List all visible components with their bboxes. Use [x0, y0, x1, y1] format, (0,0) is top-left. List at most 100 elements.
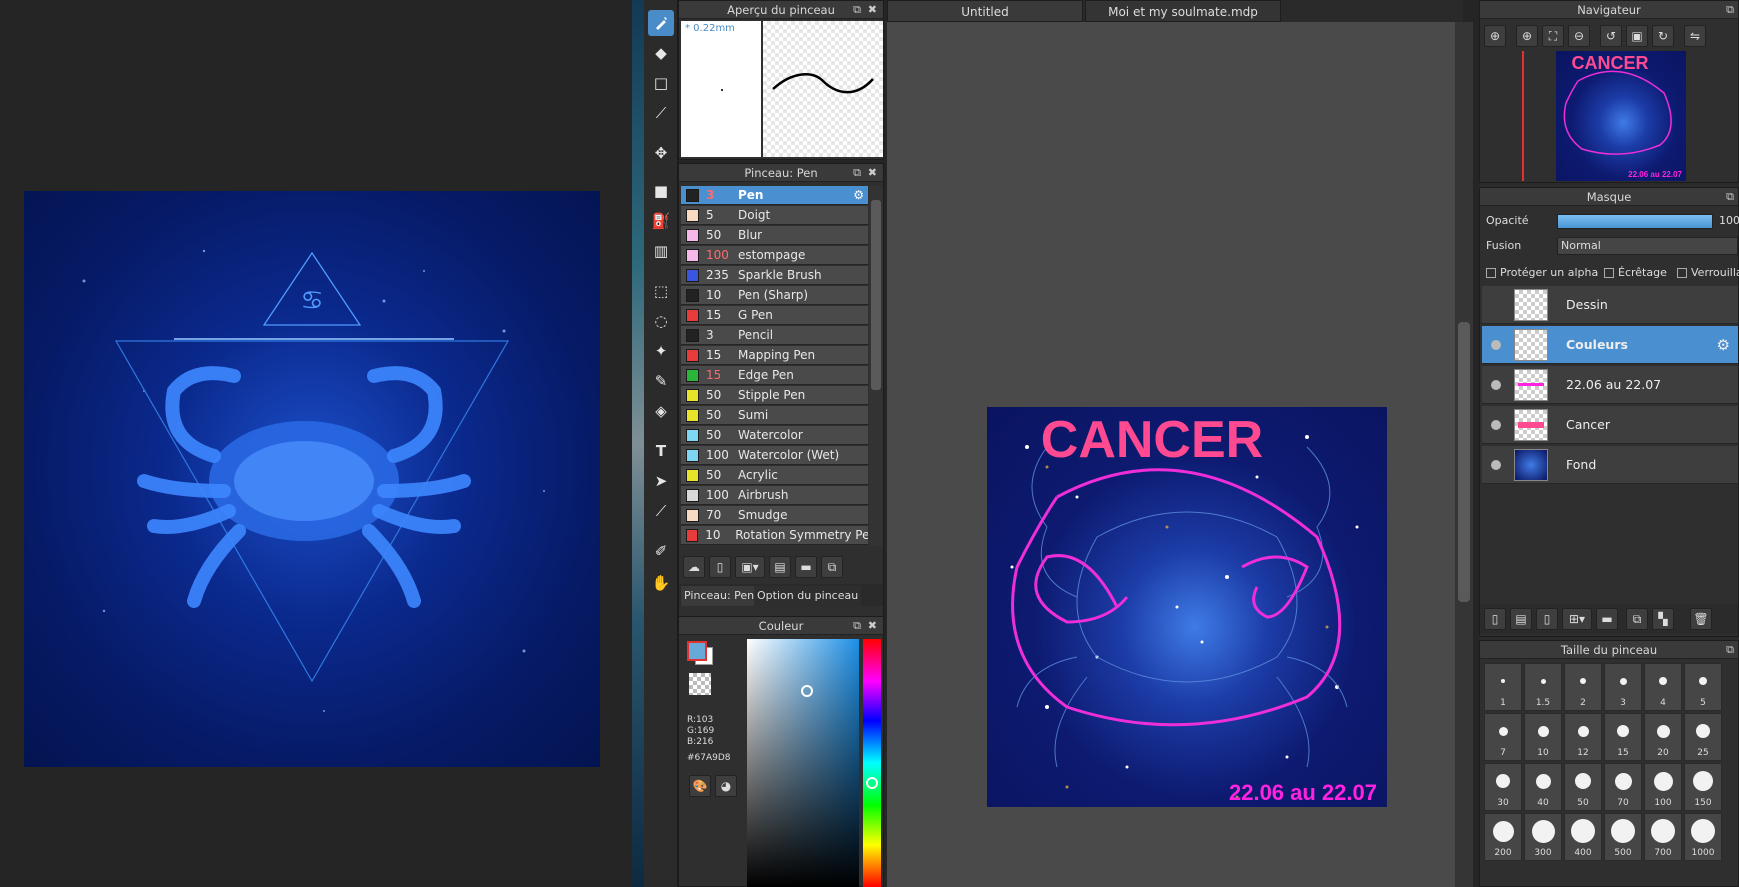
brush-tool[interactable] [648, 10, 674, 36]
brush-item[interactable]: 3 Pencil [681, 326, 868, 345]
rotate-right-button[interactable]: ↻ [1652, 25, 1674, 47]
brush-list-scrollbar[interactable] [869, 186, 883, 546]
new-brush-button[interactable]: ▯ [709, 556, 731, 578]
popout-icon[interactable]: ⧉ [1726, 188, 1734, 206]
magic-wand-tool[interactable]: ✦ [648, 338, 674, 364]
brush-item[interactable]: 50 Sumi [681, 406, 868, 425]
lock-option[interactable]: Verrouillag [1677, 266, 1739, 279]
eyedropper-tool[interactable]: ✐ [648, 538, 674, 564]
navigator-preview-area[interactable]: CANCER 22.06 au 22.07 [1480, 51, 1738, 181]
operation-tool[interactable]: ➤ [648, 468, 674, 494]
add-layer-dropdown[interactable]: ⊞▾ [1562, 608, 1592, 630]
bucket-tool[interactable]: ⛽ [648, 208, 674, 234]
hue-slider[interactable] [863, 639, 881, 887]
popout-icon[interactable]: ⧉ [1726, 1, 1734, 19]
new-halftone-layer-button[interactable]: ▤ [1510, 608, 1532, 630]
color-picker-cursor[interactable] [801, 685, 813, 697]
canvas-scroll-thumb[interactable] [1458, 322, 1470, 602]
brush-size-option[interactable]: 300 [1524, 813, 1562, 861]
brush-size-option[interactable]: 3 [1604, 663, 1642, 711]
brush-size-option[interactable]: 15 [1604, 713, 1642, 761]
scroll-thumb[interactable] [871, 200, 881, 390]
gear-icon[interactable]: ⚙ [853, 188, 864, 202]
zoom-out-button[interactable]: ⊖ [1568, 25, 1590, 47]
opacity-slider[interactable] [1557, 214, 1713, 229]
popout-icon[interactable]: ⧉ [853, 617, 861, 635]
brush-size-option[interactable]: 1000 [1684, 813, 1722, 861]
new-folder-button[interactable]: ▬ [1596, 608, 1618, 630]
visibility-icon[interactable] [1491, 460, 1501, 470]
brush-size-option[interactable]: 50 [1564, 763, 1602, 811]
brush-item[interactable]: 15 Mapping Pen [681, 346, 868, 365]
tab-brush-option[interactable]: Option du pinceau [754, 586, 862, 606]
brush-size-option[interactable]: 400 [1564, 813, 1602, 861]
divide-tool[interactable]: ⟋ [648, 498, 674, 524]
cloud-brush-button[interactable]: ☁ [683, 556, 705, 578]
new-layer-button[interactable]: ▯ [1484, 608, 1506, 630]
flip-button[interactable]: ⇋ [1684, 25, 1706, 47]
transparent-color-swatch[interactable] [689, 673, 711, 695]
brush-size-option[interactable]: 12 [1564, 713, 1602, 761]
fit-window-button[interactable]: ⛶ [1542, 25, 1564, 47]
brush-size-option[interactable]: 70 [1604, 763, 1642, 811]
protect-alpha-checkbox[interactable] [1486, 267, 1496, 278]
brush-item[interactable]: 70 Smudge [681, 506, 868, 525]
visibility-icon[interactable] [1491, 340, 1501, 350]
popout-icon[interactable]: ⧉ [853, 164, 861, 182]
line-tool[interactable]: ⟋ [648, 100, 674, 126]
brush-item[interactable]: 50 Stipple Pen [681, 386, 868, 405]
saturation-value-picker[interactable] [747, 639, 859, 887]
gear-icon[interactable]: ⚙ [1717, 336, 1730, 354]
brush-item[interactable]: 3 Pen ⚙ [681, 186, 868, 205]
close-icon[interactable]: ✖ [868, 164, 877, 182]
brush-size-option[interactable]: 100 [1644, 763, 1682, 811]
brush-size-option[interactable]: 30 [1484, 763, 1522, 811]
brush-item[interactable]: 15 G Pen [681, 306, 868, 325]
layer-row[interactable]: 22.06 au 22.07 [1482, 366, 1738, 404]
brush-item[interactable]: 100 estompage [681, 246, 868, 265]
brush-item[interactable]: 50 Blur [681, 226, 868, 245]
brush-item[interactable]: 100 Watercolor (Wet) [681, 446, 868, 465]
brush-folder-button[interactable]: ▬ [795, 556, 817, 578]
brush-item[interactable]: 100 Airbrush [681, 486, 868, 505]
brush-size-option[interactable]: 5 [1684, 663, 1722, 711]
fill-shape-tool[interactable]: ■ [648, 178, 674, 204]
visibility-icon[interactable] [1491, 380, 1501, 390]
rotate-left-button[interactable]: ↺ [1600, 25, 1622, 47]
brush-item[interactable]: 15 Edge Pen [681, 366, 868, 385]
brush-size-option[interactable]: 700 [1644, 813, 1682, 861]
select-rect-tool[interactable]: ⬚ [648, 278, 674, 304]
brush-size-option[interactable]: 40 [1524, 763, 1562, 811]
popout-icon[interactable]: ⧉ [853, 1, 861, 19]
layer-row[interactable]: Dessin [1482, 286, 1738, 324]
merge-layer-button[interactable]: ▚ [1652, 608, 1674, 630]
tab-untitled[interactable]: Untitled [887, 0, 1083, 22]
brush-size-option[interactable]: 500 [1604, 813, 1642, 861]
palette-button[interactable]: 🎨 [689, 775, 711, 797]
lasso-tool[interactable]: ◌ [648, 308, 674, 334]
select-pen-tool[interactable]: ✎ [648, 368, 674, 394]
brush-size-option[interactable]: 20 [1644, 713, 1682, 761]
duplicate-layer-button[interactable]: ⧉ [1626, 608, 1648, 630]
brush-size-option[interactable]: 1.5 [1524, 663, 1562, 711]
brush-size-option[interactable]: 4 [1644, 663, 1682, 711]
close-icon[interactable]: ✖ [868, 1, 877, 19]
zoom-in-button[interactable]: ⊕ [1516, 25, 1538, 47]
gradient-tool[interactable]: ▥ [648, 238, 674, 264]
hue-slider-handle[interactable] [866, 777, 878, 789]
brush-size-option[interactable]: 7 [1484, 713, 1522, 761]
delete-layer-button[interactable]: 🗑 [1690, 608, 1712, 630]
brush-size-option[interactable]: 2 [1564, 663, 1602, 711]
brush-item[interactable]: 50 Acrylic [681, 466, 868, 485]
tab-moi-et-my-soulmate[interactable]: Moi et my soulmate.mdp [1085, 0, 1281, 22]
brush-size-option[interactable]: 10 [1524, 713, 1562, 761]
lock-checkbox[interactable] [1677, 267, 1687, 278]
brush-size-option[interactable]: 150 [1684, 763, 1722, 811]
close-icon[interactable]: ✖ [868, 617, 877, 635]
blend-mode-select[interactable]: Normal [1557, 237, 1738, 255]
new-8bit-layer-button[interactable]: ▯ [1536, 608, 1558, 630]
reset-view-button[interactable]: ▣ [1626, 25, 1648, 47]
brush-size-option[interactable]: 200 [1484, 813, 1522, 861]
clipping-checkbox[interactable] [1604, 267, 1614, 278]
layer-row[interactable]: Fond [1482, 446, 1738, 484]
